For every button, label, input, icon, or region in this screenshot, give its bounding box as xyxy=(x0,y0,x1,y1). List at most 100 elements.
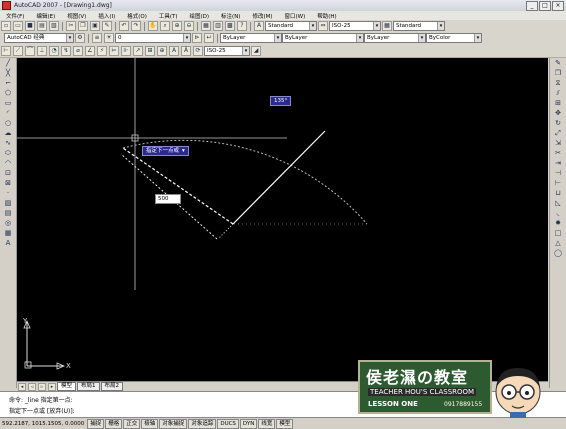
help-icon[interactable]: ? xyxy=(237,21,247,31)
dim-update-icon[interactable]: ⟳ xyxy=(193,45,203,56)
workspace-select[interactable]: AutoCAD 经典 ▾ xyxy=(4,33,74,43)
linetype-select[interactable]: ByLayer ▾ xyxy=(282,33,364,43)
new-icon[interactable]: ▫ xyxy=(1,21,11,31)
tab-layout2[interactable]: 布局2 xyxy=(100,382,124,391)
aligned-dim-icon[interactable]: ⟋ xyxy=(13,45,23,56)
dim-style-manager-icon[interactable]: ◢ xyxy=(251,45,261,56)
gradient-icon[interactable]: ▤ xyxy=(3,209,13,218)
region-icon[interactable]: ◎ xyxy=(3,219,13,228)
menu-dimension[interactable]: 标注(N) xyxy=(215,12,246,20)
plot-style-select[interactable]: ByColor ▾ xyxy=(426,33,482,43)
rectangle-icon[interactable]: ▭ xyxy=(3,99,13,108)
make-block-icon[interactable]: ⊠ xyxy=(3,179,13,188)
tool-palettes-icon[interactable]: ▩ xyxy=(225,21,235,31)
ortho-toggle[interactable]: 正交 xyxy=(123,418,141,429)
menu-tools[interactable]: 工具(T) xyxy=(153,12,184,20)
move-icon[interactable]: ✥ xyxy=(553,109,563,118)
array-icon[interactable]: ⊞ xyxy=(553,99,563,108)
menu-help[interactable]: 帮助(H) xyxy=(311,12,342,20)
snap-midpoint-icon[interactable]: △ xyxy=(553,239,563,248)
radius-dim-icon[interactable]: ◔ xyxy=(49,45,59,56)
pan-icon[interactable]: ✋ xyxy=(148,21,158,31)
diameter-dim-icon[interactable]: ⌀ xyxy=(73,45,83,56)
grid-toggle[interactable]: 栅格 xyxy=(105,418,123,429)
options-down-arrow-icon[interactable]: ▾ xyxy=(182,147,185,155)
next-tab-icon[interactable]: ▹ xyxy=(38,382,46,391)
layer-manager-icon[interactable]: ≡ xyxy=(92,33,102,43)
polar-toggle[interactable]: 极轴 xyxy=(141,418,159,429)
redo-icon[interactable]: ↷ xyxy=(131,21,141,31)
open-icon[interactable]: ▭ xyxy=(13,21,23,31)
ordinate-dim-icon[interactable]: ⊥ xyxy=(37,45,47,56)
tolerance-icon[interactable]: ⊞ xyxy=(145,45,155,56)
prev-tab-icon[interactable]: ◃ xyxy=(28,382,36,391)
snap-center-icon[interactable]: ◯ xyxy=(553,249,563,258)
maximize-button[interactable]: □ xyxy=(539,1,551,11)
make-current-layer-icon[interactable]: ⊳ xyxy=(192,33,202,43)
extend-icon[interactable]: ⇥ xyxy=(553,159,563,168)
menu-file[interactable]: 文件(F) xyxy=(0,12,30,20)
lineweight-toggle[interactable]: 线宽 xyxy=(258,418,276,429)
chamfer-icon[interactable]: ◺ xyxy=(553,199,563,208)
center-mark-icon[interactable]: ⊕ xyxy=(157,45,167,56)
cut-icon[interactable]: ✂ xyxy=(66,21,76,31)
quick-leader-icon[interactable]: ↗ xyxy=(133,45,143,56)
trim-icon[interactable]: ✂ xyxy=(553,149,563,158)
last-tab-icon[interactable]: ▸ xyxy=(48,382,56,391)
ellipse-icon[interactable]: ⬭ xyxy=(3,149,13,158)
join-icon[interactable]: ⊔ xyxy=(553,189,563,198)
paste-icon[interactable]: ▣ xyxy=(90,21,100,31)
layer-on-icon[interactable]: ☀ xyxy=(104,33,114,43)
preview-icon[interactable]: ▧ xyxy=(49,21,59,31)
layer-previous-icon[interactable]: ↩ xyxy=(204,33,214,43)
polyline-icon[interactable]: ⌐ xyxy=(3,79,13,88)
ellipse-arc-icon[interactable]: ◠ xyxy=(3,159,13,168)
hatch-icon[interactable]: ▨ xyxy=(3,199,13,208)
copy-icon[interactable]: ❐ xyxy=(78,21,88,31)
break-at-point-icon[interactable]: ⊣ xyxy=(553,169,563,178)
osnap-toggle[interactable]: 对象捕捉 xyxy=(159,418,188,429)
offset-icon[interactable]: ⫽ xyxy=(553,89,563,98)
fillet-icon[interactable]: ◟ xyxy=(553,209,563,218)
undo-icon[interactable]: ↶ xyxy=(119,21,129,31)
design-center-icon[interactable]: ▥ xyxy=(213,21,223,31)
jogged-dim-icon[interactable]: ↯ xyxy=(61,45,71,56)
ducs-toggle[interactable]: DUCS xyxy=(217,418,239,429)
table-style-icon[interactable]: ▦ xyxy=(382,21,392,31)
menu-edit[interactable]: 编辑(E) xyxy=(30,12,61,20)
dim-style-icon[interactable]: ⇔ xyxy=(318,21,328,31)
continue-dim-icon[interactable]: ⊩ xyxy=(121,45,131,56)
menu-insert[interactable]: 插入(I) xyxy=(92,12,121,20)
menu-window[interactable]: 窗口(W) xyxy=(279,12,312,20)
zoom-previous-icon[interactable]: ⊖ xyxy=(184,21,194,31)
circle-icon[interactable]: ○ xyxy=(3,119,13,128)
point-icon[interactable]: · xyxy=(3,189,13,198)
length-input-field[interactable]: 500 xyxy=(155,194,181,204)
scale-icon[interactable]: ⤢ xyxy=(553,129,563,138)
zoom-realtime-icon[interactable]: ⌕ xyxy=(160,21,170,31)
dim-text-edit-icon[interactable]: Ä xyxy=(181,45,191,56)
stretch-icon[interactable]: ⇲ xyxy=(553,139,563,148)
print-icon[interactable]: ▤ xyxy=(37,21,47,31)
first-tab-icon[interactable]: ◂ xyxy=(18,382,26,391)
table-icon[interactable]: ▦ xyxy=(3,229,13,238)
mtext-icon[interactable]: A xyxy=(3,239,13,248)
line-icon[interactable]: ╱ xyxy=(3,59,13,68)
explode-icon[interactable]: ✸ xyxy=(553,219,563,228)
copy-object-icon[interactable]: ❐ xyxy=(553,69,563,78)
workspace-settings-icon[interactable]: ⚙ xyxy=(75,33,85,43)
menu-modify[interactable]: 修改(M) xyxy=(246,12,278,20)
angular-dim-icon[interactable]: ∠ xyxy=(85,45,95,56)
autocad-app-icon[interactable] xyxy=(2,1,11,10)
otrack-toggle[interactable]: 对象追踪 xyxy=(188,418,217,429)
spline-icon[interactable]: ∿ xyxy=(3,139,13,148)
layer-select[interactable]: 0 ▾ xyxy=(115,33,191,43)
lineweight-select[interactable]: ByLayer ▾ xyxy=(364,33,426,43)
dim-edit-icon[interactable]: A xyxy=(169,45,179,56)
polygon-icon[interactable]: ⬠ xyxy=(3,89,13,98)
menu-view[interactable]: 视图(V) xyxy=(61,12,92,20)
insert-block-icon[interactable]: ⊡ xyxy=(3,169,13,178)
rotate-icon[interactable]: ↻ xyxy=(553,119,563,128)
dim-style-select[interactable]: ISO-25 ▾ xyxy=(329,21,381,31)
drawing-canvas[interactable]: 135° 指定下一点或 ▾ 500 Y X xyxy=(17,58,548,381)
